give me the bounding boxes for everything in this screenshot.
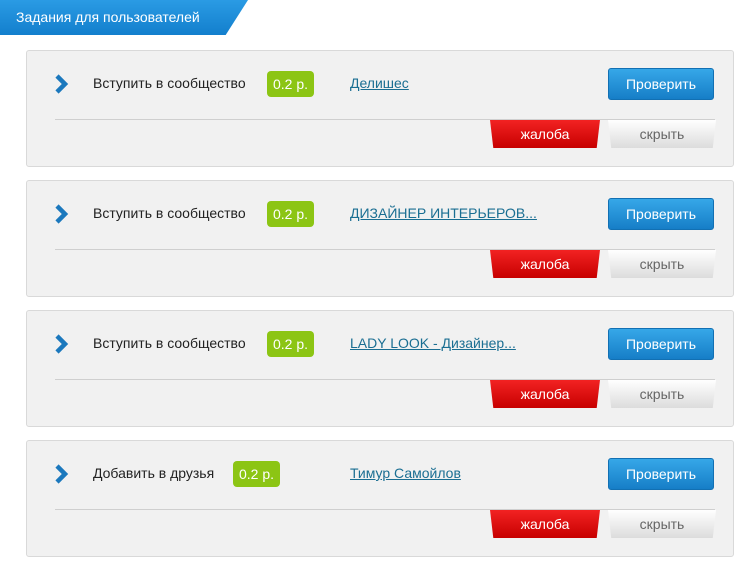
- chevron-right-icon[interactable]: [53, 463, 69, 485]
- task-target-link[interactable]: ДИЗАЙНЕР ИНТЕРЬЕРОВ...: [350, 205, 537, 221]
- check-button[interactable]: Проверить: [608, 458, 714, 490]
- task-target-link[interactable]: LADY LOOK - Дизайнер...: [350, 335, 516, 351]
- task-action-label: Вступить в сообщество: [93, 335, 246, 351]
- task-action-label: Вступить в сообщество: [93, 205, 246, 221]
- report-button[interactable]: жалоба: [490, 380, 600, 408]
- report-button[interactable]: жалоба: [490, 120, 600, 148]
- divider: [55, 379, 715, 380]
- divider: [55, 249, 715, 250]
- report-button[interactable]: жалоба: [490, 250, 600, 278]
- divider: [55, 509, 715, 510]
- price-badge: 0.2 р.: [267, 331, 315, 357]
- report-button[interactable]: жалоба: [490, 510, 600, 538]
- task-target-link[interactable]: Делишес: [350, 75, 409, 91]
- task-action-label: Вступить в сообщество: [93, 75, 246, 91]
- chevron-right-icon[interactable]: [53, 203, 69, 225]
- check-button[interactable]: Проверить: [608, 328, 714, 360]
- task-card: Добавить в друзья 0.2 р. Тимур Самойлов …: [26, 440, 734, 557]
- price-badge: 0.2 р.: [267, 201, 315, 227]
- task-card: Вступить в сообщество 0.2 р. LADY LOOK -…: [26, 310, 734, 427]
- task-action-label: Добавить в друзья: [93, 465, 215, 481]
- hide-button[interactable]: скрыть: [608, 250, 716, 278]
- hide-button[interactable]: скрыть: [608, 120, 716, 148]
- price-badge: 0.2 р.: [233, 461, 281, 487]
- chevron-right-icon[interactable]: [53, 333, 69, 355]
- hide-button[interactable]: скрыть: [608, 510, 716, 538]
- hide-button[interactable]: скрыть: [608, 380, 716, 408]
- task-list: Вступить в сообщество 0.2 р. Делишес Про…: [26, 50, 734, 570]
- chevron-right-icon[interactable]: [53, 73, 69, 95]
- task-card: Вступить в сообщество 0.2 р. Делишес Про…: [26, 50, 734, 167]
- price-badge: 0.2 р.: [267, 71, 315, 97]
- divider: [55, 119, 715, 120]
- check-button[interactable]: Проверить: [608, 198, 714, 230]
- task-card: Вступить в сообщество 0.2 р. ДИЗАЙНЕР ИН…: [26, 180, 734, 297]
- header-tab: Задания для пользователей: [0, 0, 248, 35]
- task-target-link[interactable]: Тимур Самойлов: [350, 465, 461, 481]
- check-button[interactable]: Проверить: [608, 68, 714, 100]
- page-title: Задания для пользователей: [16, 9, 200, 25]
